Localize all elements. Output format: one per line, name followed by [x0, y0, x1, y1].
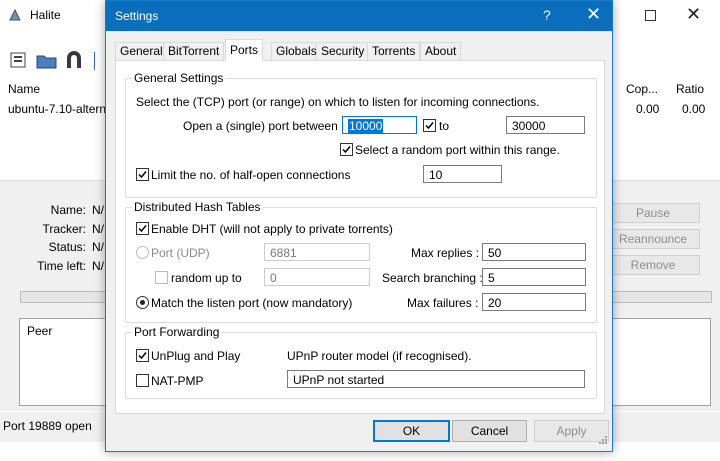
port-from-input[interactable]: 10000 [342, 116, 417, 134]
torrent-row-copies: 0.00 [636, 102, 660, 116]
open-file-icon[interactable] [8, 50, 30, 72]
tab-general[interactable]: General [115, 42, 168, 60]
resize-grip-icon[interactable] [596, 435, 608, 447]
detail-status-label: Status: [48, 240, 86, 254]
detail-time-label: Time left: [37, 259, 86, 273]
port-to-input[interactable]: 30000 [506, 116, 585, 134]
halfopen-limit-label[interactable]: Limit the no. of half-open connections [151, 168, 350, 182]
dialog-titlebar[interactable]: Settings ? ✕ [106, 1, 612, 31]
port-udp-input[interactable]: 6881 [264, 243, 370, 261]
max-failures-input[interactable]: 20 [482, 293, 586, 311]
to-label: to [439, 119, 450, 133]
upnp-model-label: UPnP router model (if recognised). [287, 349, 472, 363]
natpmp-checkbox[interactable] [136, 374, 149, 387]
tab-ports[interactable]: Ports [225, 39, 264, 61]
status-text: Port 19889 open [3, 419, 92, 433]
natpmp-label[interactable]: NAT-PMP [151, 374, 203, 388]
match-listen-port-radio[interactable] [136, 296, 149, 309]
enable-dht-checkbox[interactable] [136, 222, 149, 235]
open-folder-icon[interactable] [36, 50, 58, 72]
halfopen-limit-input[interactable]: 10 [423, 165, 502, 183]
maximize-icon[interactable] [645, 10, 656, 21]
match-listen-port-label[interactable]: Match the listen port (now mandatory) [151, 296, 352, 310]
halfopen-limit-checkbox[interactable] [136, 168, 149, 181]
torrent-row-ratio: 0.00 [682, 102, 706, 116]
pause-button[interactable]: Pause [606, 203, 700, 223]
tab-security[interactable]: Security [316, 42, 370, 60]
random-up-to-checkbox[interactable] [155, 271, 168, 284]
dht-group: Distributed Hash Tables Enable DHT (will… [125, 200, 597, 323]
port-udp-label[interactable]: Port (UDP) [151, 246, 210, 260]
torrent-row-name[interactable]: ubuntu-7.10-altern [8, 102, 106, 116]
main-window-title: Halite [30, 8, 61, 22]
detail-time-value: N/ [92, 259, 104, 273]
upnp-checkbox[interactable] [136, 349, 149, 362]
radio-dot [140, 300, 145, 305]
remove-button[interactable]: Remove [606, 255, 700, 275]
dialog-title: Settings [115, 9, 159, 23]
max-failures-label: Max failures : [407, 296, 479, 310]
general-settings-title: General Settings [132, 71, 226, 85]
cancel-button[interactable]: Cancel [452, 420, 527, 442]
open-port-label: Open a (single) port between : [183, 119, 345, 133]
ports-tab-panel: General Settings Select the (TCP) port (… [115, 60, 605, 414]
dht-title: Distributed Hash Tables [132, 200, 263, 214]
help-icon[interactable]: ? [543, 7, 551, 23]
max-replies-label: Max replies : [411, 246, 480, 260]
random-port-label[interactable]: Select a random port within this range. [355, 143, 560, 157]
upnp-label[interactable]: UnPlug and Play [151, 349, 240, 363]
tab-globals[interactable]: Globals [271, 42, 322, 60]
magnet-icon[interactable] [64, 50, 86, 72]
port-udp-radio[interactable] [136, 246, 149, 259]
column-copies[interactable]: Cop... [626, 82, 658, 96]
detail-tracker-label: Tracker: [42, 222, 86, 236]
toolbar-separator [94, 52, 99, 70]
search-branching-label: Search branching : [382, 271, 483, 285]
dialog-close-icon[interactable]: ✕ [586, 4, 601, 25]
main-close-icon[interactable]: ✕ [686, 4, 701, 25]
port-forwarding-group: Port Forwarding UnPlug and Play UPnP rou… [125, 325, 597, 399]
tab-torrents[interactable]: Torrents [367, 42, 421, 60]
port-range-checkbox[interactable] [423, 119, 436, 132]
enable-dht-label[interactable]: Enable DHT (will not apply to private to… [151, 222, 393, 236]
detail-status-value: N/ [92, 240, 104, 254]
max-replies-input[interactable]: 50 [482, 243, 586, 261]
reannounce-button[interactable]: Reannounce [606, 229, 700, 249]
detail-name-value: N/ [92, 203, 104, 217]
tab-about[interactable]: About [420, 42, 462, 60]
random-up-to-input[interactable]: 0 [264, 268, 370, 286]
column-name[interactable]: Name [8, 82, 40, 96]
ok-button[interactable]: OK [373, 420, 450, 442]
detail-name-label: Name: [50, 203, 86, 217]
random-up-to-label[interactable]: random up to [171, 271, 242, 285]
detail-tracker-value: N/ [92, 222, 104, 236]
listen-port-instruction: Select the (TCP) port (or range) on whic… [136, 95, 540, 109]
random-port-checkbox[interactable] [340, 143, 353, 156]
general-settings-group: General Settings Select the (TCP) port (… [125, 71, 597, 198]
tab-bittorrent[interactable]: BitTorrent [163, 42, 225, 60]
settings-dialog: Settings ? ✕ General BitTorrent Ports Gl… [105, 0, 613, 452]
peer-column-header: Peer [27, 324, 53, 338]
column-ratio[interactable]: Ratio [676, 82, 704, 96]
port-forwarding-title: Port Forwarding [132, 325, 222, 339]
halite-app-icon [8, 8, 22, 22]
upnp-status-field: UPnP not started [287, 370, 585, 388]
search-branching-input[interactable]: 5 [482, 268, 586, 286]
port-from-value: 10000 [348, 119, 384, 133]
